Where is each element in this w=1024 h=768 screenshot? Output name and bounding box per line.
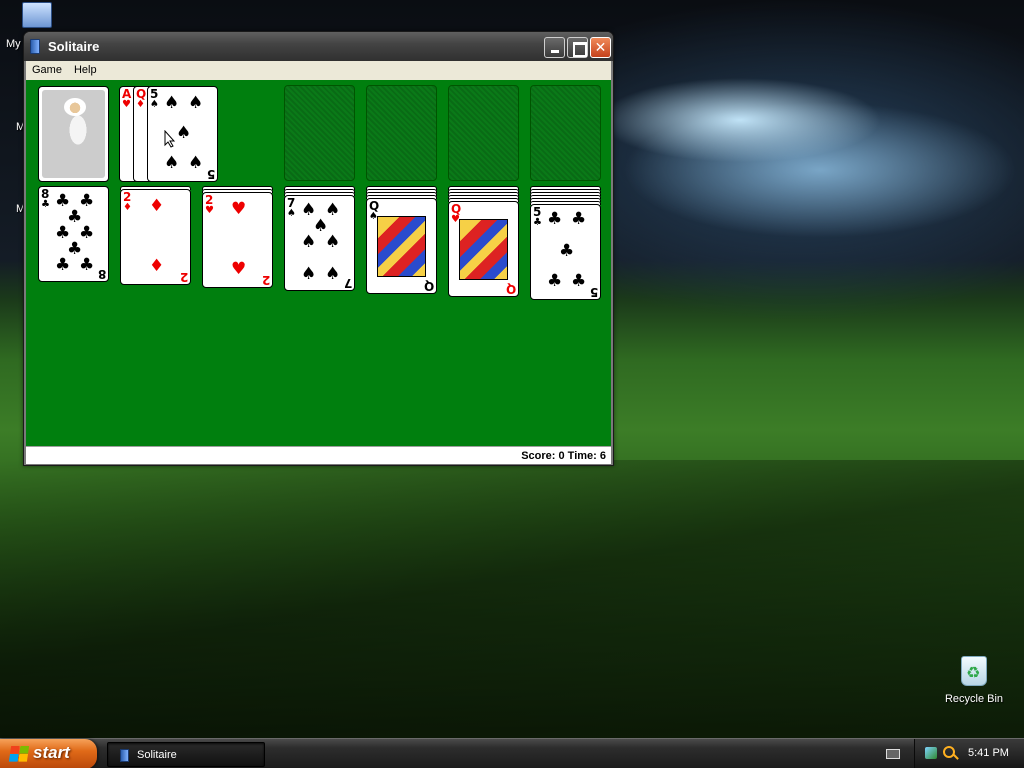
card-pip: ♣ <box>547 209 563 229</box>
solitaire-window: Solitaire ✕ Game Help A ♥ Q ♦ 5 ♠ ♠ ♠ ♠ … <box>23 31 614 466</box>
score-time-display: Score: 0 Time: 6 <box>521 450 606 462</box>
clock[interactable]: 5:41 PM <box>968 747 1009 759</box>
network-icon[interactable] <box>925 747 937 759</box>
queen-face-art <box>377 216 426 277</box>
tableau-card-col4[interactable]: 7 ♠ ♠ ♠ ♠ ♠ ♠ ♠ ♠ 7 <box>284 195 355 291</box>
card-pip: ♣ <box>79 255 95 275</box>
card-suit: ♦ <box>123 202 132 213</box>
card-suit: ♥ <box>122 99 131 110</box>
title-bar[interactable]: Solitaire ✕ <box>24 32 613 61</box>
foundation-slot[interactable] <box>366 85 437 181</box>
card-suit: ♣ <box>533 217 542 228</box>
card-pip: ♣ <box>559 241 575 261</box>
window-title: Solitaire <box>48 39 100 54</box>
card-rank: 5 <box>206 167 215 181</box>
maximize-button[interactable] <box>567 37 588 58</box>
windows-logo-icon <box>8 746 30 762</box>
mouse-cursor-icon <box>164 130 176 148</box>
card-pip: ♥ <box>231 199 247 219</box>
recycle-bin-graphic <box>961 656 987 686</box>
taskbar-item-solitaire[interactable]: Solitaire <box>107 742 265 767</box>
game-board: A ♥ Q ♦ 5 ♠ ♠ ♠ ♠ ♠ ♠ 5 8 ♣ ♣ ♣ ♣ ♣ ♣ ♣ … <box>26 80 611 446</box>
card-pip: ♠ <box>176 123 192 143</box>
start-label: start <box>33 743 70 762</box>
tableau-card-col6[interactable]: Q ♥ Q <box>448 201 519 297</box>
card-pip: ♣ <box>55 255 71 275</box>
card-pip: ♥ <box>231 259 247 279</box>
card-pip: ♣ <box>571 209 587 229</box>
queen-face-art <box>459 219 508 280</box>
taskbar-item-label: Solitaire <box>137 749 177 761</box>
my-computer-icon[interactable]: My <box>0 0 60 50</box>
computer-icon <box>22 2 52 28</box>
astronaut-card-back <box>42 90 105 178</box>
card-pip: ♣ <box>571 271 587 291</box>
taskbar: start Solitaire 5:41 PM <box>0 738 1024 768</box>
card-pip: ♣ <box>547 271 563 291</box>
card-rank: 2 <box>261 273 270 287</box>
start-button[interactable]: start <box>0 739 97 768</box>
card-rank: Q <box>505 282 516 296</box>
my-computer-label: My <box>6 38 21 50</box>
solitaire-app-icon <box>30 39 40 54</box>
foundation-slot[interactable] <box>530 85 601 181</box>
foundation-slot[interactable] <box>284 85 355 181</box>
menu-help[interactable]: Help <box>68 61 103 80</box>
tableau-card-col3[interactable]: 2 ♥ ♥ ♥ 2 <box>202 192 273 288</box>
recycle-bin-label: Recycle Bin <box>944 693 1004 705</box>
card-pip: ♠ <box>301 232 317 252</box>
card-pip: ♠ <box>188 153 204 173</box>
menu-bar: Game Help <box>26 61 611 80</box>
tableau-card-col2[interactable]: 2 ♦ ♦ ♦ 2 <box>120 189 191 285</box>
card-pip: ♠ <box>164 153 180 173</box>
card-suit: ♠ <box>287 208 296 219</box>
card-pip: ♠ <box>301 264 317 284</box>
tableau-card-col1[interactable]: 8 ♣ ♣ ♣ ♣ ♣ ♣ ♣ ♣ ♣ 8 <box>38 186 109 282</box>
status-bar: Score: 0 Time: 6 <box>26 446 611 464</box>
card-suit: ♥ <box>205 205 214 216</box>
stock-pile[interactable] <box>38 86 109 182</box>
tableau-card-col7[interactable]: 5 ♣ ♣ ♣ ♣ ♣ ♣ 5 <box>530 204 601 300</box>
card-pip: ♦ <box>149 256 165 276</box>
card-suit: ♣ <box>41 199 50 210</box>
desktop-wallpaper <box>0 460 1024 740</box>
card-pip: ♠ <box>164 93 180 113</box>
tableau-card-col5[interactable]: Q ♠ Q <box>366 198 437 294</box>
minimize-button[interactable] <box>544 37 565 58</box>
close-icon: ✕ <box>594 39 607 55</box>
card-rank: Q <box>423 279 434 293</box>
card-suit: ♠ <box>150 99 159 110</box>
close-button[interactable]: ✕ <box>590 37 611 58</box>
card-pip: ♠ <box>325 232 341 252</box>
card-rank: 5 <box>589 285 598 299</box>
card-pip: ♦ <box>149 196 165 216</box>
waste-top-card[interactable]: 5 ♠ ♠ ♠ ♠ ♠ ♠ 5 <box>147 86 218 182</box>
menu-game[interactable]: Game <box>26 61 68 80</box>
keyboard-icon[interactable] <box>886 749 900 759</box>
recycle-bin-icon[interactable]: Recycle Bin <box>944 656 1004 705</box>
card-rank: 2 <box>179 270 188 284</box>
solitaire-app-icon <box>120 749 129 762</box>
search-icon[interactable] <box>943 746 955 758</box>
card-pip: ♠ <box>325 264 341 284</box>
card-suit: ♦ <box>136 99 145 110</box>
card-rank: 8 <box>97 267 106 281</box>
card-pip: ♠ <box>188 93 204 113</box>
foundation-slot[interactable] <box>448 85 519 181</box>
system-tray: 5:41 PM <box>914 739 1024 768</box>
card-rank: 7 <box>343 276 352 290</box>
